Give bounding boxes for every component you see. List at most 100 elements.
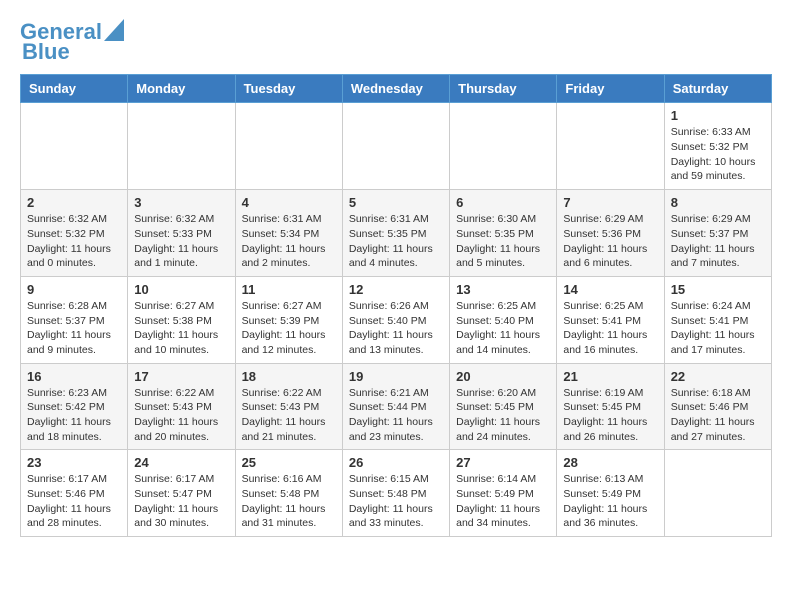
day-number: 5: [349, 195, 443, 210]
day-number: 28: [563, 455, 657, 470]
day-info: Sunrise: 6:21 AM Sunset: 5:44 PM Dayligh…: [349, 386, 443, 445]
day-info: Sunrise: 6:32 AM Sunset: 5:32 PM Dayligh…: [27, 212, 121, 271]
day-cell: 7 Sunrise: 6:29 AM Sunset: 5:36 PM Daylig…: [557, 190, 664, 277]
day-cell: 1 Sunrise: 6:33 AM Sunset: 5:32 PM Daylig…: [664, 103, 771, 190]
weekday-header-row: SundayMondayTuesdayWednesdayThursdayFrid…: [21, 75, 772, 103]
day-cell: 25Sunrise: 6:16 AM Sunset: 5:48 PM Dayli…: [235, 450, 342, 537]
day-cell: 22 Sunrise: 6:18 AM Sunset: 5:46 PM Dayli…: [664, 363, 771, 450]
day-number: 20: [456, 369, 550, 384]
day-number: 11: [242, 282, 336, 297]
day-number: 19: [349, 369, 443, 384]
day-cell: [21, 103, 128, 190]
day-cell: 28 Sunrise: 6:13 AM Sunset: 5:49 PM Dayli…: [557, 450, 664, 537]
day-number: 8: [671, 195, 765, 210]
day-info: Sunrise: 6:18 AM Sunset: 5:46 PM Dayligh…: [671, 386, 765, 445]
day-cell: 9 Sunrise: 6:28 AM Sunset: 5:37 PM Daylig…: [21, 276, 128, 363]
day-info: Sunrise: 6:13 AM Sunset: 5:49 PM Dayligh…: [563, 472, 657, 531]
day-number: 27: [456, 455, 550, 470]
day-number: 25: [242, 455, 336, 470]
day-cell: 27 Sunrise: 6:14 AM Sunset: 5:49 PM Dayli…: [450, 450, 557, 537]
day-cell: 4Sunrise: 6:31 AM Sunset: 5:34 PM Daylig…: [235, 190, 342, 277]
day-number: 6: [456, 195, 550, 210]
day-info: Sunrise: 6:31 AM Sunset: 5:34 PM Dayligh…: [242, 212, 336, 271]
day-number: 1: [671, 108, 765, 123]
day-cell: [557, 103, 664, 190]
day-number: 15: [671, 282, 765, 297]
day-number: 22: [671, 369, 765, 384]
day-cell: [128, 103, 235, 190]
logo: General Blue: [20, 20, 124, 64]
week-row-2: 9 Sunrise: 6:28 AM Sunset: 5:37 PM Daylig…: [21, 276, 772, 363]
day-number: 13: [456, 282, 550, 297]
weekday-thursday: Thursday: [450, 75, 557, 103]
day-info: Sunrise: 6:22 AM Sunset: 5:43 PM Dayligh…: [242, 386, 336, 445]
day-info: Sunrise: 6:15 AM Sunset: 5:48 PM Dayligh…: [349, 472, 443, 531]
day-cell: 3 Sunrise: 6:32 AM Sunset: 5:33 PM Daylig…: [128, 190, 235, 277]
day-number: 24: [134, 455, 228, 470]
day-cell: 26 Sunrise: 6:15 AM Sunset: 5:48 PM Dayli…: [342, 450, 449, 537]
day-info: Sunrise: 6:27 AM Sunset: 5:39 PM Dayligh…: [242, 299, 336, 358]
day-cell: [664, 450, 771, 537]
day-info: Sunrise: 6:17 AM Sunset: 5:46 PM Dayligh…: [27, 472, 121, 531]
weekday-monday: Monday: [128, 75, 235, 103]
day-cell: [235, 103, 342, 190]
day-info: Sunrise: 6:25 AM Sunset: 5:41 PM Dayligh…: [563, 299, 657, 358]
day-number: 16: [27, 369, 121, 384]
day-info: Sunrise: 6:17 AM Sunset: 5:47 PM Dayligh…: [134, 472, 228, 531]
logo-text2: Blue: [22, 40, 70, 64]
day-info: Sunrise: 6:29 AM Sunset: 5:36 PM Dayligh…: [563, 212, 657, 271]
day-number: 21: [563, 369, 657, 384]
day-cell: 13 Sunrise: 6:25 AM Sunset: 5:40 PM Dayli…: [450, 276, 557, 363]
day-info: Sunrise: 6:27 AM Sunset: 5:38 PM Dayligh…: [134, 299, 228, 358]
day-info: Sunrise: 6:31 AM Sunset: 5:35 PM Dayligh…: [349, 212, 443, 271]
day-number: 18: [242, 369, 336, 384]
weekday-friday: Friday: [557, 75, 664, 103]
day-number: 7: [563, 195, 657, 210]
calendar-body: 1 Sunrise: 6:33 AM Sunset: 5:32 PM Daylig…: [21, 103, 772, 537]
day-cell: 5 Sunrise: 6:31 AM Sunset: 5:35 PM Daylig…: [342, 190, 449, 277]
day-info: Sunrise: 6:19 AM Sunset: 5:45 PM Dayligh…: [563, 386, 657, 445]
day-cell: 20 Sunrise: 6:20 AM Sunset: 5:45 PM Dayli…: [450, 363, 557, 450]
weekday-wednesday: Wednesday: [342, 75, 449, 103]
page-header: General Blue: [20, 20, 772, 64]
day-cell: 12Sunrise: 6:26 AM Sunset: 5:40 PM Dayli…: [342, 276, 449, 363]
day-info: Sunrise: 6:22 AM Sunset: 5:43 PM Dayligh…: [134, 386, 228, 445]
day-number: 23: [27, 455, 121, 470]
day-number: 17: [134, 369, 228, 384]
day-cell: 6 Sunrise: 6:30 AM Sunset: 5:35 PM Daylig…: [450, 190, 557, 277]
day-cell: [450, 103, 557, 190]
day-cell: 16 Sunrise: 6:23 AM Sunset: 5:42 PM Dayli…: [21, 363, 128, 450]
day-info: Sunrise: 6:20 AM Sunset: 5:45 PM Dayligh…: [456, 386, 550, 445]
day-info: Sunrise: 6:24 AM Sunset: 5:41 PM Dayligh…: [671, 299, 765, 358]
day-info: Sunrise: 6:23 AM Sunset: 5:42 PM Dayligh…: [27, 386, 121, 445]
day-info: Sunrise: 6:28 AM Sunset: 5:37 PM Dayligh…: [27, 299, 121, 358]
day-number: 9: [27, 282, 121, 297]
day-number: 2: [27, 195, 121, 210]
day-number: 12: [349, 282, 443, 297]
day-cell: 11 Sunrise: 6:27 AM Sunset: 5:39 PM Dayli…: [235, 276, 342, 363]
day-info: Sunrise: 6:30 AM Sunset: 5:35 PM Dayligh…: [456, 212, 550, 271]
day-cell: 24 Sunrise: 6:17 AM Sunset: 5:47 PM Dayli…: [128, 450, 235, 537]
calendar-table: SundayMondayTuesdayWednesdayThursdayFrid…: [20, 74, 772, 537]
day-cell: 8 Sunrise: 6:29 AM Sunset: 5:37 PM Daylig…: [664, 190, 771, 277]
weekday-saturday: Saturday: [664, 75, 771, 103]
day-info: Sunrise: 6:33 AM Sunset: 5:32 PM Dayligh…: [671, 125, 765, 184]
logo-icon: [104, 19, 124, 41]
day-cell: 15 Sunrise: 6:24 AM Sunset: 5:41 PM Dayli…: [664, 276, 771, 363]
day-info: Sunrise: 6:25 AM Sunset: 5:40 PM Dayligh…: [456, 299, 550, 358]
day-cell: 10 Sunrise: 6:27 AM Sunset: 5:38 PM Dayli…: [128, 276, 235, 363]
day-cell: 2 Sunrise: 6:32 AM Sunset: 5:32 PM Daylig…: [21, 190, 128, 277]
day-info: Sunrise: 6:32 AM Sunset: 5:33 PM Dayligh…: [134, 212, 228, 271]
week-row-4: 23 Sunrise: 6:17 AM Sunset: 5:46 PM Dayli…: [21, 450, 772, 537]
day-info: Sunrise: 6:29 AM Sunset: 5:37 PM Dayligh…: [671, 212, 765, 271]
day-info: Sunrise: 6:14 AM Sunset: 5:49 PM Dayligh…: [456, 472, 550, 531]
day-number: 14: [563, 282, 657, 297]
weekday-sunday: Sunday: [21, 75, 128, 103]
week-row-0: 1 Sunrise: 6:33 AM Sunset: 5:32 PM Daylig…: [21, 103, 772, 190]
day-number: 26: [349, 455, 443, 470]
week-row-3: 16 Sunrise: 6:23 AM Sunset: 5:42 PM Dayli…: [21, 363, 772, 450]
day-number: 3: [134, 195, 228, 210]
day-cell: [342, 103, 449, 190]
day-number: 10: [134, 282, 228, 297]
day-cell: 18 Sunrise: 6:22 AM Sunset: 5:43 PM Dayli…: [235, 363, 342, 450]
